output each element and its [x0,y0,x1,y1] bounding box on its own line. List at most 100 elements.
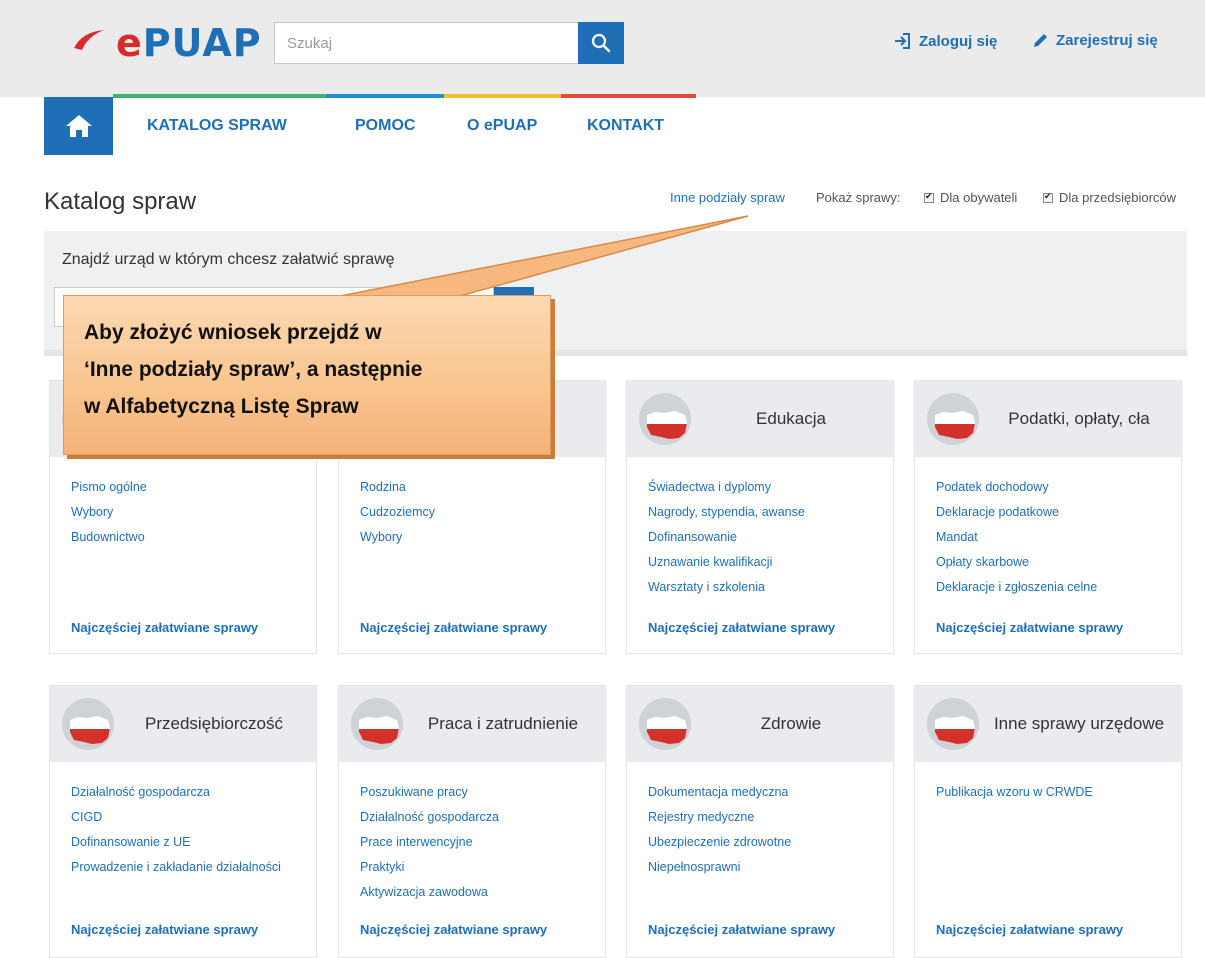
poland-map-icon [639,698,691,750]
card-header[interactable]: Zdrowie [627,686,893,762]
category-card: Podatki, opłaty, cła Podatek dochodowy Dek… [914,380,1182,654]
card-link-list: Rodzina Cudzoziemcy Wybory [360,479,595,554]
card-link[interactable]: Działalność gospodarcza [71,784,306,800]
nav-o-epuap[interactable]: O ePUAP [467,117,537,135]
card-link[interactable]: Mandat [936,529,1171,545]
search-icon [591,33,611,53]
card-link[interactable]: Rejestry medyczne [648,809,883,825]
card-link[interactable]: Rodzina [360,479,595,495]
page-title: Katalog spraw [44,188,197,215]
card-footer-link[interactable]: Najczęściej załatwiane sprawy [360,922,547,937]
card-header[interactable]: Praca i zatrudnienie [339,686,605,762]
card-link[interactable]: Warsztaty i szkolenia [648,579,883,595]
card-footer-link[interactable]: Najczęściej załatwiane sprawy [71,620,258,635]
nav-kontakt[interactable]: KONTAKT [587,117,664,135]
card-link[interactable]: Budownictwo [71,529,306,545]
login-label: Zaloguj się [919,32,998,50]
search-box [274,22,624,64]
card-link[interactable]: Podatek dochodowy [936,479,1171,495]
instruction-callout: Aby złożyć wniosek przejdź w ‘Inne podzi… [63,295,551,455]
category-card: Edukacja Świadectwa i dyplomy Nagrody, sty… [626,380,894,654]
card-link[interactable]: Opłaty skarbowe [936,554,1171,570]
logo-swoosh-icon [74,30,104,50]
card-link[interactable]: Deklaracje podatkowe [936,504,1171,520]
card-link[interactable]: Działalność gospodarcza [360,809,595,825]
home-button[interactable] [44,97,113,155]
card-link[interactable]: Aktywizacja zawodowa [360,884,595,900]
card-footer-link[interactable]: Najczęściej załatwiane sprawy [71,922,258,937]
card-link[interactable]: Prowadzenie i zakładanie działalności [71,859,306,875]
card-header[interactable]: Inne sprawy urzędowe [915,686,1181,762]
card-link[interactable]: Publikacja wzoru w CRWDE [936,784,1171,800]
nav-katalog-spraw[interactable]: KATALOG SPRAW [147,117,287,135]
card-link-list: Poszukiwane pracy Działalność gospodarcza… [360,784,595,909]
category-card: Praca i zatrudnienie Poszukiwane pracy Dzi… [338,685,606,958]
login-link[interactable]: Zaloguj się [894,32,997,50]
card-title: Przedsiębiorczość [145,714,283,733]
card-link[interactable]: Poszukiwane pracy [360,784,595,800]
epuap-logo[interactable]: ePUAP [72,18,261,68]
card-link[interactable]: Uznawanie kwalifikacji [648,554,883,570]
category-card: Zdrowie Dokumentacja medyczna Rejestry med… [626,685,894,958]
card-footer-link[interactable]: Najczęściej załatwiane sprawy [936,620,1123,635]
search-input[interactable] [275,23,579,63]
show-label: Pokaż sprawy: [816,190,901,205]
card-link[interactable]: Dofinansowanie [648,529,883,545]
nav-pomoc[interactable]: POMOC [355,117,415,135]
login-icon [895,33,910,49]
card-footer-link[interactable]: Najczęściej załatwiane sprawy [360,620,547,635]
card-link-list: Świadectwa i dyplomy Nagrody, stypendia, … [648,479,883,604]
card-link[interactable]: Wybory [71,504,306,520]
poland-map-icon [927,393,979,445]
card-link[interactable]: Ubezpieczenie zdrowotne [648,834,883,850]
category-card: Przedsiębiorczość Działalność gospodarcza… [49,685,317,958]
register-link[interactable]: Zarejestruj się [1032,32,1158,49]
other-divisions-label: Inne podziały spraw [670,190,785,205]
nav-strip-red [561,94,696,98]
card-link-list: Pismo ogólne Wybory Budownictwo [71,479,306,554]
logo-text: ePUAP [116,18,262,68]
card-link[interactable]: Nagrody, stypendia, awanse [648,504,883,520]
card-title: Zdrowie [760,714,822,733]
poland-map-icon [927,698,979,750]
card-link[interactable]: Pismo ogólne [71,479,306,495]
nav-strip-yellow [444,94,561,98]
card-header[interactable]: Podatki, opłaty, cła [915,381,1181,457]
other-divisions-link[interactable]: Inne podziały spraw [670,190,785,205]
card-link-list: Publikacja wzoru w CRWDE [936,784,1171,809]
search-button[interactable] [578,22,624,64]
card-link[interactable]: Praktyki [360,859,595,875]
card-link-list: Dokumentacja medyczna Rejestry medyczne Ub… [648,784,883,884]
card-link[interactable]: Cudzoziemcy [360,504,595,520]
find-office-label: Znajdź urząd w którym chcesz załatwić sp… [62,251,395,268]
card-link[interactable]: Niepełnosprawni [648,859,883,875]
filter-business-label: Dla przedsiębiorców [1059,190,1177,205]
business-checkbox[interactable] [1043,191,1053,203]
nav-strip-blue [326,94,444,98]
citizens-checkbox[interactable] [924,191,934,203]
filter-citizens-label: Dla obywateli [940,190,1018,205]
card-footer-link[interactable]: Najczęściej załatwiane sprawy [648,922,835,937]
home-icon [65,115,92,137]
card-link[interactable]: Deklaracje i zgłoszenia celne [936,579,1171,595]
category-card: Inne sprawy urzędowe Publikacja wzoru w C… [914,685,1182,958]
card-link[interactable]: Dokumentacja medyczna [648,784,883,800]
register-label: Zarejestruj się [1056,32,1158,49]
callout-line-1: Aby złożyć wniosek przejdź w [84,321,382,344]
card-title: Praca i zatrudnienie [427,714,579,733]
filter-citizens[interactable]: Dla obywateli [924,190,1017,205]
card-link[interactable]: Dofinansowanie z UE [71,834,306,850]
nav-strip-green [113,94,326,98]
card-link[interactable]: CIGD [71,809,306,825]
card-footer-link[interactable]: Najczęściej załatwiane sprawy [936,922,1123,937]
logo-e: e [116,21,143,65]
filter-business[interactable]: Dla przedsiębiorców [1043,190,1176,205]
card-link[interactable]: Prace interwencyjne [360,834,595,850]
card-footer-link[interactable]: Najczęściej załatwiane sprawy [648,620,835,635]
card-link[interactable]: Wybory [360,529,595,545]
card-header[interactable]: Edukacja [627,381,893,457]
card-link-list: Działalność gospodarcza CIGD Dofinansowani… [71,784,306,884]
site-header: ePUAP Zaloguj się Zarejestruj się [0,0,1205,97]
card-header[interactable]: Przedsiębiorczość [50,686,316,762]
card-link[interactable]: Świadectwa i dyplomy [648,479,883,495]
